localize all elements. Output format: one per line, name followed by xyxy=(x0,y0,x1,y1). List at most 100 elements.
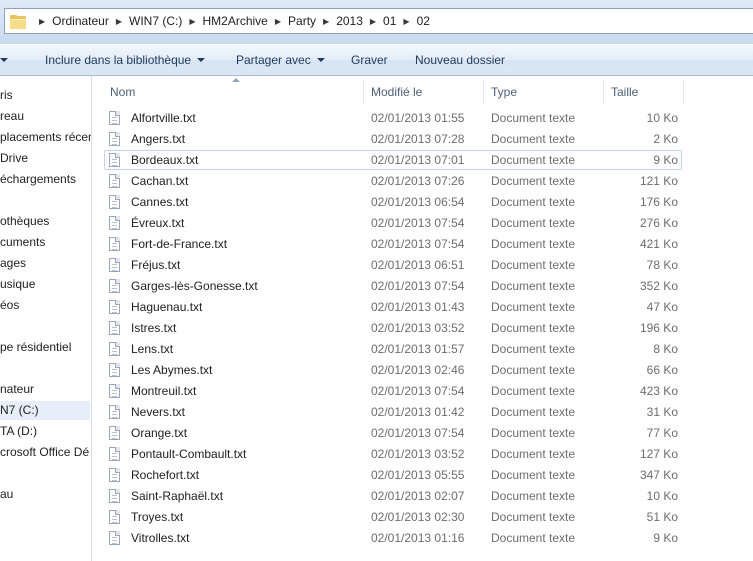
include-library-button[interactable]: Inclure dans la bibliothèque xyxy=(45,53,206,67)
burn-button[interactable]: Graver xyxy=(351,53,388,67)
breadcrumb-item[interactable]: Party xyxy=(288,14,316,28)
file-type: Document texte xyxy=(491,300,576,314)
nav-item[interactable]: N7 (C:) xyxy=(0,401,90,420)
file-row[interactable]: Montreuil.txt 02/01/2013 07:54 Document te… xyxy=(104,381,682,401)
file-modified: 02/01/2013 07:54 xyxy=(371,237,465,251)
breadcrumb-chevron-icon[interactable]: ▶ xyxy=(403,17,409,26)
text-file-icon xyxy=(109,216,120,230)
file-row[interactable]: Pontault-Combault.txt 02/01/2013 03:52 Doc… xyxy=(104,444,682,464)
nav-item[interactable]: cuments xyxy=(0,233,45,252)
file-modified: 02/01/2013 02:07 xyxy=(371,489,465,503)
file-type: Document texte xyxy=(491,468,576,482)
file-modified: 02/01/2013 01:43 xyxy=(371,300,465,314)
file-size: 423 Ko xyxy=(639,384,678,398)
file-type: Document texte xyxy=(491,426,576,440)
breadcrumb-chevron-icon[interactable]: ▶ xyxy=(370,17,376,26)
column-divider[interactable] xyxy=(683,80,684,104)
folder-icon xyxy=(10,14,26,29)
file-size: 47 Ko xyxy=(646,300,678,314)
file-name: Orange.txt xyxy=(131,426,188,440)
text-file-icon xyxy=(109,132,120,146)
column-divider[interactable] xyxy=(603,80,604,104)
file-name: Évreux.txt xyxy=(131,216,185,230)
file-modified: 02/01/2013 01:57 xyxy=(371,342,465,356)
file-row[interactable]: Haguenau.txt 02/01/2013 01:43 Document tex… xyxy=(104,297,682,317)
nav-item[interactable]: reau xyxy=(0,107,24,126)
nav-item[interactable]: placements récen xyxy=(0,128,92,147)
file-row[interactable]: Évreux.txt 02/01/2013 07:54 Document texte… xyxy=(104,213,682,233)
file-type: Document texte xyxy=(491,195,576,209)
breadcrumb-chevron-icon[interactable]: ▶ xyxy=(116,17,122,26)
sort-ascending-icon xyxy=(232,78,240,82)
nav-item[interactable]: Drive xyxy=(0,149,28,168)
file-type: Document texte xyxy=(491,510,576,524)
nav-item[interactable]: crosoft Office Dé xyxy=(0,443,89,462)
nav-item[interactable]: au xyxy=(0,485,13,504)
file-name: Angers.txt xyxy=(131,132,186,146)
breadcrumb-item[interactable]: 2013 xyxy=(336,14,363,28)
file-row[interactable]: Nevers.txt 02/01/2013 01:42 Document texte… xyxy=(104,402,682,422)
file-modified: 02/01/2013 07:54 xyxy=(371,426,465,440)
breadcrumb-chevron-icon[interactable]: ▶ xyxy=(323,17,329,26)
nav-item[interactable]: ages xyxy=(0,254,26,273)
file-list[interactable]: Nom Modifié le Type Taille Alfortville.t… xyxy=(92,76,753,561)
file-row[interactable]: Bordeaux.txt 02/01/2013 07:01 Document tex… xyxy=(104,150,682,170)
breadcrumb-item[interactable]: HM2Archive xyxy=(203,14,268,28)
nav-item[interactable]: ris xyxy=(0,86,13,105)
nav-item[interactable]: éos xyxy=(0,296,19,315)
file-size: 10 Ko xyxy=(646,489,678,503)
file-row[interactable]: Fréjus.txt 02/01/2013 06:51 Document texte… xyxy=(104,255,682,275)
nav-item[interactable]: nateur xyxy=(0,380,34,399)
file-row[interactable]: Orange.txt 02/01/2013 07:54 Document texte… xyxy=(104,423,682,443)
file-row[interactable]: Les Abymes.txt 02/01/2013 02:46 Document t… xyxy=(104,360,682,380)
address-bar[interactable]: ▶ Ordinateur ▶ WIN7 (C:) ▶ HM2Archive ▶ Party ▶ 2… xyxy=(4,8,753,34)
file-row[interactable]: Saint-Raphaël.txt 02/01/2013 02:07 Documen… xyxy=(104,486,682,506)
organize-menu-arrow[interactable] xyxy=(0,53,8,67)
file-row[interactable]: Cannes.txt 02/01/2013 06:54 Document texte… xyxy=(104,192,682,212)
file-name: Fort-de-France.txt xyxy=(131,237,228,251)
column-header-name[interactable]: Nom xyxy=(110,80,135,104)
column-header-type[interactable]: Type xyxy=(491,80,517,104)
file-modified: 02/01/2013 01:42 xyxy=(371,405,465,419)
file-row[interactable]: Lens.txt 02/01/2013 01:57 Document texte 8 … xyxy=(104,339,682,359)
nav-item[interactable]: othèques xyxy=(0,212,49,231)
breadcrumb-chevron-icon[interactable]: ▶ xyxy=(275,17,281,26)
navigation-pane[interactable]: ris reau placements récen Drive échargements… xyxy=(0,76,92,561)
address-bar-area: ▶ Ordinateur ▶ WIN7 (C:) ▶ HM2Archive ▶ Party ▶ 2… xyxy=(0,0,753,44)
share-with-button[interactable]: Partager avec xyxy=(236,53,325,67)
file-row[interactable]: Angers.txt 02/01/2013 07:28 Document texte… xyxy=(104,129,682,149)
file-row[interactable]: Fort-de-France.txt 02/01/2013 07:54 Docume… xyxy=(104,234,682,254)
file-name: Garges-lès-Gonesse.txt xyxy=(131,279,258,293)
file-name: Nevers.txt xyxy=(131,405,186,419)
file-row[interactable]: Alfortville.txt 02/01/2013 01:55 Document … xyxy=(104,108,682,128)
column-header-modified[interactable]: Modifié le xyxy=(371,80,422,104)
breadcrumb-item[interactable]: Ordinateur xyxy=(52,14,109,28)
file-row[interactable]: Rochefort.txt 02/01/2013 05:55 Document te… xyxy=(104,465,682,485)
breadcrumb-item[interactable]: 01 xyxy=(383,14,396,28)
nav-item[interactable]: TA (D:) xyxy=(0,422,37,441)
file-type: Document texte xyxy=(491,363,576,377)
breadcrumb-item[interactable]: 02 xyxy=(417,14,430,28)
file-type: Document texte xyxy=(491,153,576,167)
file-row[interactable]: Istres.txt 02/01/2013 03:52 Document texte… xyxy=(104,318,682,338)
file-modified: 02/01/2013 01:55 xyxy=(371,111,465,125)
nav-item[interactable]: pe résidentiel xyxy=(0,338,71,357)
file-name: Vitrolles.txt xyxy=(131,531,190,545)
new-folder-button[interactable]: Nouveau dossier xyxy=(415,53,505,67)
command-toolbar: Inclure dans la bibliothèque Partager av… xyxy=(0,44,753,76)
column-divider[interactable] xyxy=(363,80,364,104)
file-row[interactable]: Cachan.txt 02/01/2013 07:26 Document texte… xyxy=(104,171,682,191)
file-type: Document texte xyxy=(491,174,576,188)
column-divider[interactable] xyxy=(483,80,484,104)
file-row[interactable]: Troyes.txt 02/01/2013 02:30 Document texte… xyxy=(104,507,682,527)
column-header-size[interactable]: Taille xyxy=(611,80,638,104)
file-size: 347 Ko xyxy=(639,468,678,482)
breadcrumb-chevron-icon[interactable]: ▶ xyxy=(189,17,195,26)
file-name: Alfortville.txt xyxy=(131,111,196,125)
file-row[interactable]: Garges-lès-Gonesse.txt 02/01/2013 07:54 Do… xyxy=(104,276,682,296)
nav-item[interactable]: usique xyxy=(0,275,35,294)
breadcrumb-item[interactable]: WIN7 (C:) xyxy=(129,14,182,28)
file-row[interactable]: Vitrolles.txt 02/01/2013 01:16 Document te… xyxy=(104,528,682,548)
nav-item[interactable]: échargements xyxy=(0,170,76,189)
breadcrumb-chevron-icon[interactable]: ▶ xyxy=(39,17,45,26)
